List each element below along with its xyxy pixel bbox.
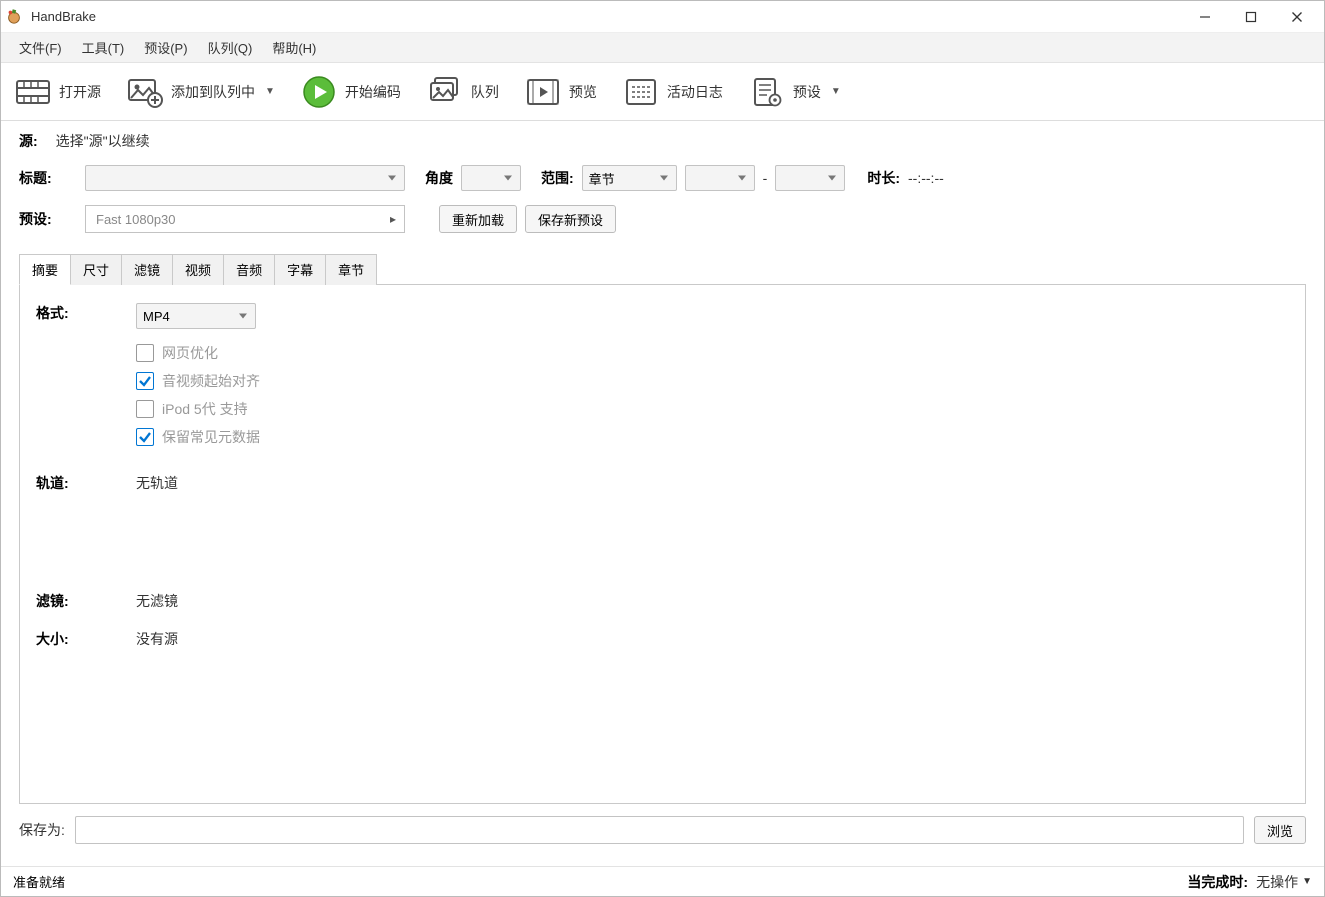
- filters-label: 滤镜:: [36, 591, 136, 611]
- checkbox-icon: [136, 400, 154, 418]
- add-queue-icon: [127, 74, 163, 110]
- maximize-button[interactable]: [1228, 2, 1274, 32]
- save-as-label: 保存为:: [19, 820, 65, 840]
- open-source-label: 打开源: [59, 82, 101, 102]
- source-row: 源: 选择"源"以继续: [19, 131, 1306, 151]
- format-select[interactable]: MP4: [136, 303, 256, 329]
- range-label: 范围:: [541, 168, 574, 188]
- tab-summary[interactable]: 摘要: [19, 254, 71, 285]
- add-to-queue-button[interactable]: 添加到队列中 ▼: [117, 70, 285, 114]
- tab-subtitles[interactable]: 字幕: [274, 254, 326, 285]
- source-hint: 选择"源"以继续: [56, 131, 150, 151]
- preview-button[interactable]: 预览: [515, 70, 607, 114]
- log-icon: [623, 74, 659, 110]
- queue-icon: [427, 74, 463, 110]
- preset-selector[interactable]: Fast 1080p30: [85, 205, 405, 233]
- duration-label: 时长:: [867, 168, 900, 188]
- range-end-select[interactable]: [775, 165, 845, 191]
- film-icon: [15, 74, 51, 110]
- preset-icon: [749, 74, 785, 110]
- title-row: 标题: 角度 范围: 章节 - 时长: --:--:--: [19, 165, 1306, 191]
- start-encode-button[interactable]: 开始编码: [291, 70, 411, 114]
- add-to-queue-label: 添加到队列中: [171, 82, 255, 102]
- tabs: 摘要 尺寸 滤镜 视频 音频 字幕 章节: [19, 253, 1306, 284]
- range-dash: -: [763, 170, 768, 186]
- source-label: 源:: [19, 131, 38, 151]
- tab-video[interactable]: 视频: [172, 254, 224, 285]
- activity-log-button[interactable]: 活动日志: [613, 70, 733, 114]
- when-done-select[interactable]: 无操作 ▼: [1256, 872, 1312, 892]
- checkbox-label: 网页优化: [162, 343, 218, 363]
- save-as-path-input[interactable]: [75, 816, 1244, 844]
- save-as-row: 保存为: 浏览: [19, 816, 1306, 844]
- size-label: 大小:: [36, 629, 136, 649]
- checkbox-web-optimized[interactable]: 网页优化: [136, 343, 1289, 363]
- statusbar: 准备就绪 当完成时: 无操作 ▼: [1, 866, 1324, 896]
- menu-file[interactable]: 文件(F): [9, 34, 72, 61]
- title-select[interactable]: [85, 165, 405, 191]
- preset-label: 预设:: [19, 209, 77, 229]
- chevron-down-icon: ▼: [265, 86, 275, 97]
- checkbox-label: 音视频起始对齐: [162, 371, 260, 391]
- checkbox-av-align[interactable]: 音视频起始对齐: [136, 371, 1289, 391]
- checkbox-metadata[interactable]: 保留常见元数据: [136, 427, 1289, 447]
- menu-help[interactable]: 帮助(H): [262, 34, 326, 61]
- close-button[interactable]: [1274, 2, 1320, 32]
- titlebar: HandBrake: [1, 1, 1324, 33]
- menu-queue[interactable]: 队列(Q): [198, 34, 263, 61]
- tab-panel-summary: 格式: MP4 网页优化 音视频起始对齐 iPod 5代 支持: [19, 284, 1306, 804]
- checkbox-icon: [136, 428, 154, 446]
- preview-icon: [525, 74, 561, 110]
- app-icon: [5, 7, 25, 27]
- status-text: 准备就绪: [13, 872, 65, 891]
- tab-audio[interactable]: 音频: [223, 254, 275, 285]
- preview-label: 预览: [569, 82, 597, 102]
- tab-chapters[interactable]: 章节: [325, 254, 377, 285]
- angle-select[interactable]: [461, 165, 521, 191]
- checkbox-label: 保留常见元数据: [162, 427, 260, 447]
- range-start-select[interactable]: [685, 165, 755, 191]
- activity-log-label: 活动日志: [667, 82, 723, 102]
- reload-preset-button[interactable]: 重新加载: [439, 205, 517, 233]
- checkbox-label: iPod 5代 支持: [162, 399, 248, 419]
- start-encode-label: 开始编码: [345, 82, 401, 102]
- range-type-select[interactable]: 章节: [582, 165, 677, 191]
- when-done-label: 当完成时:: [1187, 872, 1248, 892]
- presets-button[interactable]: 预设 ▼: [739, 70, 851, 114]
- tab-filters[interactable]: 滤镜: [121, 254, 173, 285]
- checkbox-icon: [136, 344, 154, 362]
- checkbox-ipod[interactable]: iPod 5代 支持: [136, 399, 1289, 419]
- menubar: 文件(F) 工具(T) 预设(P) 队列(Q) 帮助(H): [1, 33, 1324, 63]
- size-value: 没有源: [136, 629, 1289, 649]
- queue-label: 队列: [471, 82, 499, 102]
- toolbar: 打开源 添加到队列中 ▼ 开始编码 队列 预览 活动日志 预设 ▼: [1, 63, 1324, 121]
- tracks-value: 无轨道: [136, 473, 1289, 493]
- filters-value: 无滤镜: [136, 591, 1289, 611]
- tab-dimensions[interactable]: 尺寸: [70, 254, 122, 285]
- save-new-preset-button[interactable]: 保存新预设: [525, 205, 616, 233]
- browse-button[interactable]: 浏览: [1254, 816, 1306, 844]
- queue-button[interactable]: 队列: [417, 70, 509, 114]
- chevron-down-icon: ▼: [831, 86, 841, 97]
- content-area: 源: 选择"源"以继续 标题: 角度 范围: 章节 - 时长: --:--:--…: [1, 121, 1324, 866]
- open-source-button[interactable]: 打开源: [5, 70, 111, 114]
- menu-tools[interactable]: 工具(T): [72, 34, 135, 61]
- title-field-label: 标题:: [19, 168, 77, 188]
- tracks-label: 轨道:: [36, 473, 136, 493]
- window-title: HandBrake: [31, 9, 96, 24]
- format-label: 格式:: [36, 303, 136, 455]
- presets-label: 预设: [793, 82, 821, 102]
- preset-row: 预设: Fast 1080p30 重新加载 保存新预设: [19, 205, 1306, 233]
- play-icon: [301, 74, 337, 110]
- checkbox-icon: [136, 372, 154, 390]
- duration-value: --:--:--: [908, 170, 944, 186]
- menu-presets[interactable]: 预设(P): [134, 34, 197, 61]
- angle-label: 角度: [425, 168, 453, 188]
- minimize-button[interactable]: [1182, 2, 1228, 32]
- chevron-down-icon: ▼: [1302, 876, 1312, 887]
